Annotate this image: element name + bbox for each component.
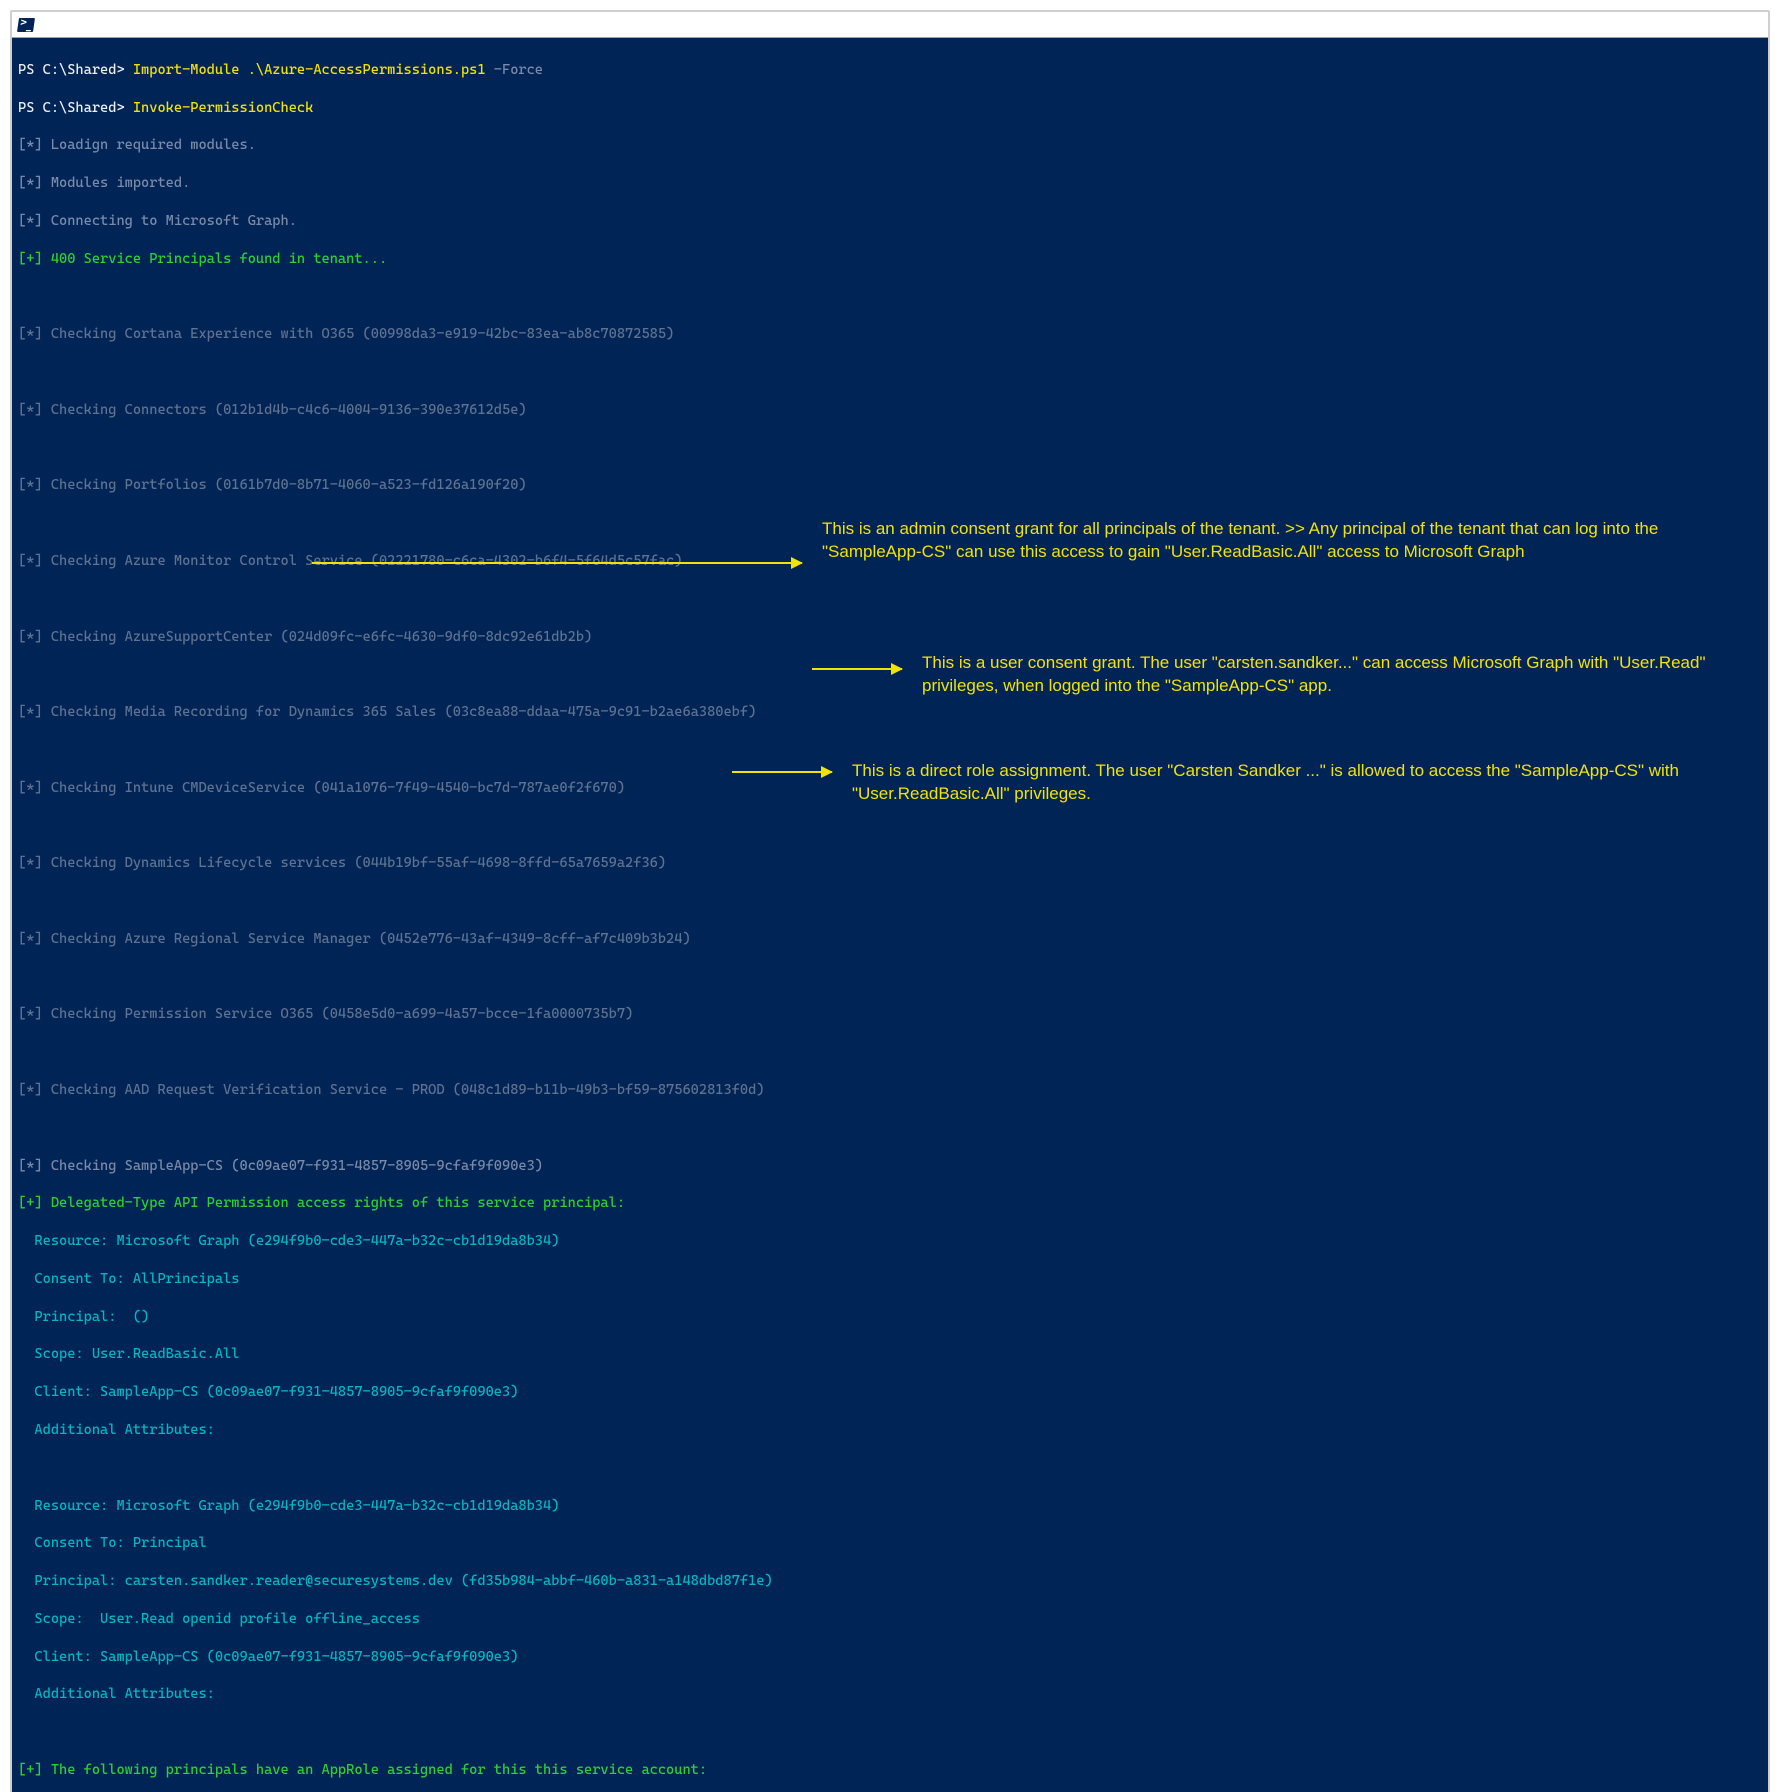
blank-line (18, 741, 1762, 760)
check-line: [*] Checking AAD Request Verification Se… (18, 1081, 1762, 1100)
check-line: [*] Checking Dynamics Lifecycle services… (18, 854, 1762, 873)
check-line: [*] Checking Portfolios (0161b7d0-8b71-4… (18, 476, 1762, 495)
grant-line: Consent To: AllPrincipals (18, 1270, 1762, 1289)
check-line: [*] Checking Media Recording for Dynamic… (18, 703, 1762, 722)
blank-line (18, 590, 1762, 609)
annotation-1: This is an admin consent grant for all p… (822, 518, 1748, 564)
annotation-2: This is a user consent grant. The user "… (922, 652, 1748, 698)
blank-line (18, 288, 1762, 307)
grant-line: Principal: carsten.sandker.reader@secure… (18, 1572, 1762, 1591)
success-line: [+] 400 Service Principals found in tena… (18, 250, 1762, 269)
grant-line: Additional Attributes: (18, 1685, 1762, 1704)
blank-line (18, 1043, 1762, 1062)
check-line: [*] Checking AzureSupportCenter (024d09f… (18, 628, 1762, 647)
blank-line (18, 968, 1762, 987)
startup-line: [*] Loadign required modules. (18, 136, 1762, 155)
blank-line (18, 892, 1762, 911)
grant-line: Client: SampleApp-CS (0c09ae07-f931-4857… (18, 1648, 1762, 1667)
approle-header: [+] The following principals have an App… (18, 1761, 1762, 1780)
window-titlebar[interactable] (12, 12, 1768, 38)
blank-line (18, 363, 1762, 382)
grant-line: Scope: User.ReadBasic.All (18, 1345, 1762, 1364)
grant-line: Consent To: Principal (18, 1534, 1762, 1553)
grant-line: Principal: () (18, 1308, 1762, 1327)
check-line: [*] Checking Permission Service O365 (04… (18, 1005, 1762, 1024)
annotation-arrow-1 (312, 562, 802, 564)
prompt-line-2: PS C:\Shared> Invoke-PermissionCheck (18, 99, 1762, 118)
check-line: [*] Checking Azure Regional Service Mana… (18, 930, 1762, 949)
grant-line: Additional Attributes: (18, 1421, 1762, 1440)
annotation-3: This is a direct role assignment. The us… (852, 760, 1748, 806)
blank-line (18, 1119, 1762, 1138)
check-line: [*] Checking Cortana Experience with O36… (18, 325, 1762, 344)
grant-line: Scope: User.Read openid profile offline_… (18, 1610, 1762, 1629)
blank-line (18, 1459, 1762, 1478)
check-line: [*] Checking Connectors (012b1d4b-c4c6-4… (18, 401, 1762, 420)
grant-line: Client: SampleApp-CS (0c09ae07-f931-4857… (18, 1383, 1762, 1402)
prompt-line-1: PS C:\Shared> Import-Module .\Azure-Acce… (18, 61, 1762, 80)
powershell-icon (17, 18, 35, 32)
annotation-arrow-2 (812, 668, 902, 670)
blank-line (18, 817, 1762, 836)
powershell-window: PS C:\Shared> Import-Module .\Azure-Acce… (10, 10, 1770, 1792)
console-output[interactable]: PS C:\Shared> Import-Module .\Azure-Acce… (12, 38, 1768, 1792)
annotation-arrow-3 (732, 771, 832, 773)
grant-line: Resource: Microsoft Graph (e294f9b0-cde3… (18, 1497, 1762, 1516)
startup-line: [*] Modules imported. (18, 174, 1762, 193)
blank-line (18, 1723, 1762, 1742)
blank-line (18, 439, 1762, 458)
startup-line: [*] Connecting to Microsoft Graph. (18, 212, 1762, 231)
sample-check-line: [*] Checking SampleApp-CS (0c09ae07-f931… (18, 1157, 1762, 1176)
delegated-header: [+] Delegated-Type API Permission access… (18, 1194, 1762, 1213)
grant-line: Resource: Microsoft Graph (e294f9b0-cde3… (18, 1232, 1762, 1251)
